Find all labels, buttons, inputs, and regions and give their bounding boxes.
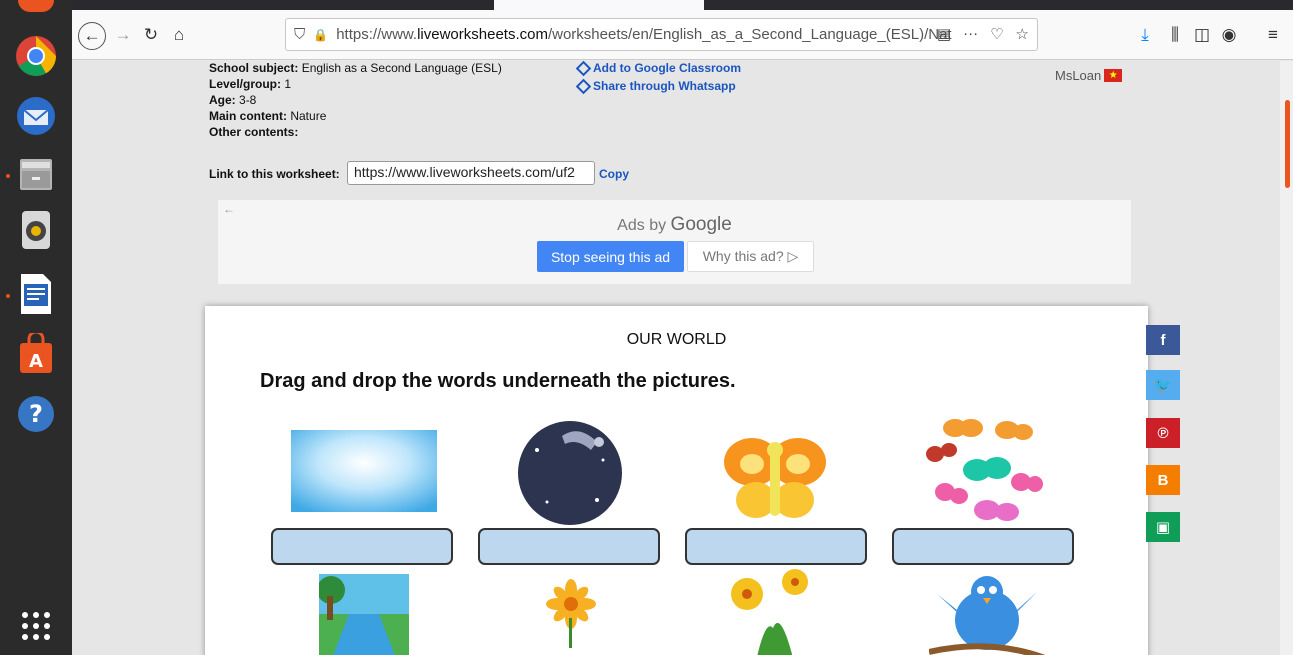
bird-picture: [929, 576, 1045, 655]
more-actions-icon[interactable]: ···: [963, 25, 978, 43]
worksheet-instruction: Drag and drop the words underneath the p…: [260, 370, 736, 392]
blogger-icon: B: [1157, 471, 1169, 489]
url-bar[interactable]: ⛉ 🔒 https://www. liveworksheets.com/works…: [285, 18, 1038, 51]
link-label: Link to this worksheet:: [209, 167, 340, 181]
tab-strip: [72, 0, 1293, 10]
back-button[interactable]: ←: [78, 22, 106, 50]
menu-button[interactable]: ≡: [1260, 22, 1286, 48]
forward-button[interactable]: →: [110, 22, 136, 48]
meta-age: Age: 3-8: [209, 93, 257, 107]
svg-text:?: ?: [29, 400, 43, 428]
reader-view-icon[interactable]: ▤: [937, 25, 951, 43]
help-icon[interactable]: ?: [12, 390, 60, 438]
libreoffice-writer-icon[interactable]: [12, 270, 60, 318]
url-domain: liveworksheets.com: [417, 26, 548, 43]
drop-box-3[interactable]: [685, 528, 867, 565]
account-icon: ◉: [1221, 25, 1237, 44]
twitter-share-button[interactable]: 🐦: [1146, 370, 1180, 400]
files-icon[interactable]: [12, 150, 60, 198]
share-whatsapp-link[interactable]: Share through Whatsapp: [575, 78, 736, 94]
diamond-icon: [575, 78, 592, 94]
library-icon: ⫼: [1171, 25, 1179, 44]
thunderbird-icon[interactable]: [12, 92, 60, 140]
pinterest-share-button[interactable]: ℗: [1146, 418, 1180, 448]
sky-picture: [291, 430, 437, 512]
dock-top-item[interactable]: [12, 0, 60, 12]
facebook-share-button[interactable]: f: [1146, 325, 1180, 355]
meta-level: Level/group: 1: [209, 77, 292, 91]
stop-seeing-ad-button[interactable]: Stop seeing this ad: [537, 241, 684, 272]
scrollbar-thumb[interactable]: [1285, 100, 1290, 188]
twitter-icon: 🐦: [1153, 377, 1173, 394]
vietnam-flag-icon: ★: [1104, 69, 1123, 82]
chrome-icon[interactable]: [12, 32, 60, 80]
author-link[interactable]: MsLoan ★: [1055, 68, 1123, 83]
home-button[interactable]: ⌂: [166, 22, 192, 48]
diamond-icon: [575, 60, 592, 76]
download-icon: ⤓: [1141, 25, 1149, 44]
river-picture: [319, 574, 409, 655]
butterflies-picture: [926, 419, 1043, 521]
speaker-icon[interactable]: [12, 206, 60, 254]
add-to-google-classroom-link[interactable]: Add to Google Classroom: [575, 60, 741, 76]
facebook-icon: f: [1160, 331, 1166, 349]
worksheet: OUR WORLD Drag and drop the words undern…: [205, 306, 1148, 655]
reload-icon: ↻: [143, 25, 159, 44]
butterfly-picture: [724, 438, 826, 518]
flowers-picture: [731, 569, 808, 655]
downloads-button[interactable]: ⤓: [1132, 22, 1158, 48]
why-this-ad-button[interactable]: Why this ad? ▷: [687, 241, 814, 272]
sidebar-icon: ◫: [1193, 25, 1211, 44]
moon-night-picture: [518, 421, 622, 525]
url-prefix: https://www.: [336, 26, 418, 43]
arrow-left-icon: ←: [83, 26, 101, 45]
google-classroom-share-button[interactable]: ▣: [1146, 512, 1180, 542]
ubuntu-dock: A ?: [0, 0, 72, 655]
google-classroom-icon: ▣: [1155, 519, 1171, 536]
sidebar-button[interactable]: ◫: [1189, 22, 1215, 48]
url-path: /worksheets/en/English_as_a_Second_Langu…: [547, 26, 952, 43]
ads-by-google: Ads by Google: [617, 214, 732, 235]
meta-subject: School subject: English as a Second Lang…: [209, 61, 502, 75]
shield-icon: ⛉: [294, 26, 306, 43]
lock-icon: 🔒: [313, 27, 329, 42]
flower-picture: [546, 579, 596, 648]
meta-other-contents: Other contents:: [209, 125, 299, 139]
drop-box-4[interactable]: [892, 528, 1074, 565]
running-indicator: [6, 294, 10, 298]
reload-button[interactable]: ↻: [138, 22, 164, 48]
home-icon: ⌂: [173, 25, 185, 44]
drop-box-2[interactable]: [478, 528, 660, 565]
svg-text:A: A: [29, 351, 43, 372]
library-button[interactable]: ⫼: [1162, 22, 1188, 48]
copy-link-button[interactable]: Copy: [599, 167, 629, 181]
arrow-right-icon: →: [114, 25, 132, 44]
show-applications-icon[interactable]: [22, 612, 50, 640]
worksheet-link-input[interactable]: https://www.liveworksheets.com/uf2: [347, 161, 595, 185]
pocket-icon[interactable]: ♡: [990, 25, 1003, 43]
navigation-toolbar: ← → ↻ ⌂ ⛉ 🔒 https://www. liveworksheets.c…: [72, 10, 1293, 60]
google-ad: ← Ads by Google Stop seeing this ad Why …: [218, 200, 1131, 284]
tab-active[interactable]: [494, 0, 704, 10]
software-center-icon[interactable]: A: [12, 330, 60, 378]
hamburger-icon: ≡: [1268, 25, 1278, 44]
page-content: School subject: English as a Second Lang…: [72, 60, 1280, 655]
bookmark-star-icon[interactable]: ☆: [1016, 25, 1029, 43]
meta-main-content: Main content: Nature: [209, 109, 327, 123]
worksheet-title: OUR WORLD: [626, 331, 727, 348]
pinterest-icon: ℗: [1157, 424, 1169, 442]
account-button[interactable]: ◉: [1216, 22, 1242, 48]
running-indicator: [6, 174, 10, 178]
drop-box-1[interactable]: [271, 528, 453, 565]
blogger-share-button[interactable]: B: [1146, 465, 1180, 495]
